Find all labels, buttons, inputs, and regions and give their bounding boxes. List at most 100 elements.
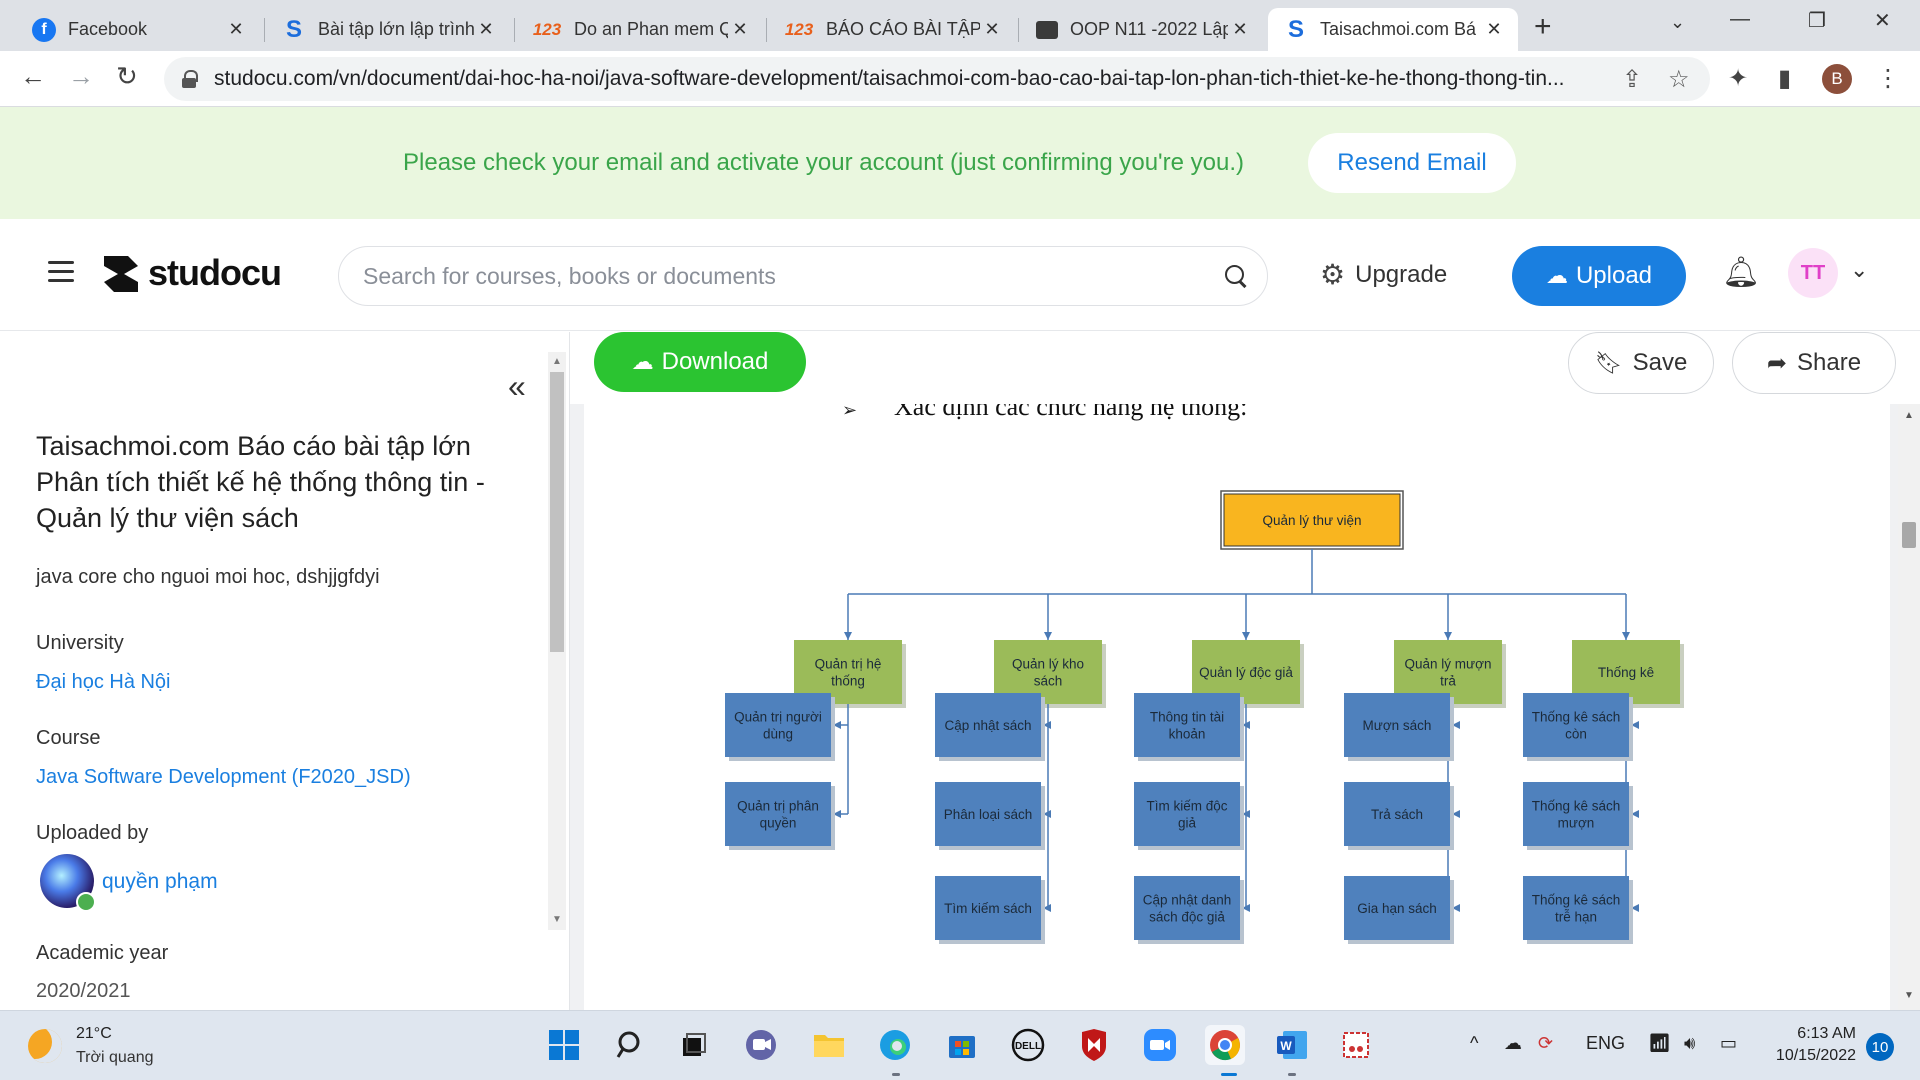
studocu-icon: S (1287, 15, 1304, 43)
document-viewer[interactable]: Xác định các chức năng hệ thống: ➢ Quản … (570, 404, 1920, 1010)
zoom-icon[interactable] (1140, 1025, 1180, 1065)
leaf-node-label: khoản (1169, 727, 1206, 742)
battery-icon[interactable]: ▭ (1720, 1033, 1737, 1054)
system-clock[interactable]: 6:13 AM 10/15/2022 (1768, 1023, 1856, 1067)
side-panel-icon[interactable]: ▮ (1778, 64, 1791, 93)
bell-icon[interactable]: 🔔︎ (1722, 255, 1760, 290)
email-verification-banner: Please check your email and activate you… (0, 107, 1920, 219)
branch-node-label: Quản lý độc giả (1199, 665, 1293, 680)
windows-taskbar: 21°C Trời quang DELL W ^ ☁ ⟳ ENG 📶︎ 🔊︎ ▭… (0, 1010, 1920, 1080)
save-button[interactable]: 🔖︎ Save (1568, 332, 1714, 394)
share-button[interactable]: ➦ Share (1732, 332, 1896, 394)
course-link[interactable]: Java Software Development (F2020_JSD) (36, 766, 411, 789)
chevron-down-icon[interactable]: ⌄ (1850, 257, 1868, 283)
download-button[interactable]: ☁ Download (594, 332, 806, 392)
leaf-node-label: Thống kê sách (1532, 710, 1621, 725)
close-icon[interactable]: ✕ (1482, 19, 1506, 40)
moon-weather-icon[interactable] (28, 1029, 62, 1063)
mcafee-icon[interactable] (1074, 1025, 1114, 1065)
weather-description[interactable]: Trời quang (76, 1049, 154, 1067)
leaf-node (1523, 782, 1629, 846)
tab-search-icon[interactable]: ⌄ (1670, 12, 1685, 33)
leaf-node-label: Thống kê sách (1532, 893, 1621, 908)
chrome-icon[interactable] (1205, 1025, 1245, 1065)
tab-title: BÁO CÁO BÀI TẬP L (826, 19, 980, 39)
microsoft-store-icon[interactable] (942, 1025, 982, 1065)
tab-title: Bài tập lớn lập trình (318, 19, 474, 39)
sidebar-scrollbar[interactable]: ▲ ▼ (548, 352, 566, 930)
minimize-icon[interactable]: — (1730, 8, 1750, 31)
leaf-node (1134, 693, 1240, 757)
browser-profile-avatar[interactable]: B (1822, 64, 1852, 94)
url-text[interactable]: studocu.com/vn/document/dai-hoc-ha-noi/j… (214, 67, 1614, 91)
lock-icon[interactable] (182, 70, 198, 88)
close-icon[interactable]: ✕ (474, 19, 498, 40)
teams-chat-icon[interactable] (741, 1025, 781, 1065)
uploader-badge-icon (76, 892, 96, 912)
studocu-logo-icon[interactable] (98, 252, 144, 298)
share-label: Share (1797, 349, 1862, 376)
leaf-node (725, 693, 831, 757)
course-label: Course (36, 727, 101, 749)
snipping-tool-icon[interactable] (1336, 1025, 1376, 1065)
branch-node-label: Quản lý kho (1012, 657, 1084, 672)
close-icon[interactable]: ✕ (728, 19, 752, 40)
leaf-node (1134, 876, 1240, 940)
more-menu-icon[interactable]: ⋮ (1876, 64, 1900, 93)
facebook-icon: f (32, 17, 56, 42)
document-scrollbar[interactable]: ▲ ▼ (1898, 404, 1920, 1010)
leaf-node-label: Thống kê sách (1532, 799, 1621, 814)
edge-browser-icon[interactable] (875, 1025, 915, 1065)
search-input[interactable]: Search for courses, books or documents (338, 246, 1268, 306)
notification-count[interactable]: 10 (1866, 1033, 1894, 1061)
resend-email-button[interactable]: Resend Email (1308, 133, 1516, 193)
tab-taisachmoi-active[interactable]: S Taisachmoi.com Bá ✕ (1268, 8, 1518, 51)
close-icon[interactable]: ✕ (980, 19, 1004, 40)
bookmark-star-icon[interactable]: ☆ (1668, 65, 1690, 94)
studocu-logo-text[interactable]: studocu (148, 252, 282, 294)
close-icon[interactable]: ✕ (1228, 19, 1252, 40)
extensions-icon[interactable]: ✦ (1728, 64, 1748, 93)
file-explorer-icon[interactable] (809, 1025, 849, 1065)
dell-icon[interactable]: DELL (1008, 1025, 1048, 1065)
search-taskbar-icon[interactable] (611, 1025, 651, 1065)
tab-title: Taisachmoi.com Bá (1320, 19, 1477, 39)
input-language[interactable]: ENG (1586, 1033, 1625, 1054)
restore-icon[interactable]: ❐ (1808, 8, 1826, 33)
task-view-icon[interactable] (674, 1025, 714, 1065)
volume-icon[interactable]: 🔊︎ (1684, 1033, 1695, 1054)
root-node-label: Quản lý thư viện (1262, 513, 1361, 528)
tab-oop[interactable]: OOP N11 -2022 Lập ✕ (1020, 8, 1264, 51)
windows-start-icon[interactable] (544, 1025, 584, 1065)
wifi-icon[interactable]: 📶︎ (1648, 1033, 1671, 1054)
tab-facebook[interactable]: f Facebook ✕ (16, 8, 260, 51)
tab-bao-cao-bai-tap[interactable]: 123 BÁO CÁO BÀI TẬP L ✕ (768, 8, 1016, 51)
university-link[interactable]: Đại học Hà Nội (36, 671, 171, 694)
window-close-icon[interactable]: ✕ (1874, 8, 1891, 33)
word-icon[interactable]: W (1272, 1025, 1312, 1065)
reload-icon[interactable]: ↻ (116, 61, 138, 92)
back-icon[interactable]: ← (20, 61, 46, 92)
uploader-link[interactable]: quyền phạm (102, 870, 218, 894)
onedrive-icon[interactable]: ☁ (1504, 1033, 1522, 1054)
menu-icon[interactable] (48, 261, 74, 283)
address-bar[interactable]: studocu.com/vn/document/dai-hoc-ha-noi/j… (164, 57, 1710, 101)
close-icon[interactable]: ✕ (224, 19, 248, 40)
branch-node-label: Thống kê (1598, 665, 1654, 680)
share-page-icon[interactable]: ⇪ (1622, 65, 1642, 94)
tab-bai-tap-lon[interactable]: S Bài tập lớn lập trình ✕ (266, 8, 510, 51)
new-tab-button[interactable]: + (1534, 10, 1552, 44)
collapse-sidebar-icon[interactable]: « (508, 368, 526, 405)
tab-do-an-phan-mem[interactable]: 123 Do an Phan mem Q ✕ (516, 8, 764, 51)
sync-icon[interactable]: ⟳ (1538, 1033, 1553, 1054)
branch-node-label: Quản lý mượn (1405, 657, 1492, 672)
search-icon[interactable] (1225, 265, 1247, 287)
upload-button[interactable]: ☁ Upload (1512, 246, 1686, 306)
weather-temperature[interactable]: 21°C (76, 1025, 112, 1043)
leaf-node (1134, 782, 1240, 846)
forward-icon[interactable]: → (68, 61, 94, 92)
clock-date: 10/15/2022 (1775, 1047, 1856, 1064)
upgrade-button[interactable]: ⚙ Upgrade (1320, 258, 1447, 291)
user-avatar[interactable]: TT (1788, 248, 1838, 298)
chevron-up-icon[interactable]: ^ (1470, 1033, 1478, 1054)
